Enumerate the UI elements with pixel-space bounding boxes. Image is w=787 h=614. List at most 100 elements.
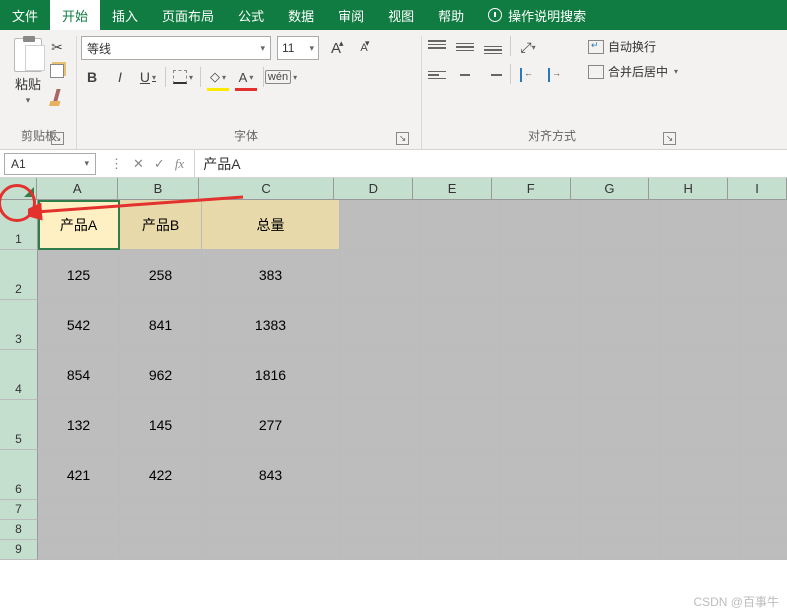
cell-D9[interactable] xyxy=(340,540,420,560)
cell-F3[interactable] xyxy=(500,300,580,350)
cell-H9[interactable] xyxy=(660,540,740,560)
font-size-select[interactable]: 11 ▾ xyxy=(277,36,319,60)
cell-B4[interactable]: 962 xyxy=(120,350,202,400)
cell-C1[interactable]: 总量 xyxy=(202,200,340,250)
formula-input[interactable]: 产品A xyxy=(194,150,787,177)
cell-E5[interactable] xyxy=(420,400,500,450)
tab-page-layout[interactable]: 页面布局 xyxy=(150,0,226,30)
cell-G6[interactable] xyxy=(580,450,660,500)
cell-G4[interactable] xyxy=(580,350,660,400)
tell-me-search[interactable]: 操作说明搜索 xyxy=(476,0,598,30)
macro-icon[interactable]: ⋮ xyxy=(110,156,123,172)
cell-B9[interactable] xyxy=(120,540,202,560)
cell-A1[interactable]: 产品A xyxy=(38,200,120,250)
dialog-launcher-icon[interactable]: ↘ xyxy=(51,132,64,145)
grow-font-button[interactable]: A▴ xyxy=(325,37,347,59)
tab-review[interactable]: 审阅 xyxy=(326,0,376,30)
cell-F5[interactable] xyxy=(500,400,580,450)
phonetic-button[interactable]: wén▾ xyxy=(270,66,292,88)
cell-E6[interactable] xyxy=(420,450,500,500)
cell-C3[interactable]: 1383 xyxy=(202,300,340,350)
column-header-F[interactable]: F xyxy=(492,178,571,199)
align-bottom-button[interactable] xyxy=(482,36,504,58)
bold-button[interactable]: B xyxy=(81,66,103,88)
format-painter-button[interactable] xyxy=(48,86,66,104)
cell-A6[interactable]: 421 xyxy=(38,450,120,500)
cell-E9[interactable] xyxy=(420,540,500,560)
font-name-select[interactable]: 等线 ▾ xyxy=(81,36,271,60)
cell-F7[interactable] xyxy=(500,500,580,520)
cell-F4[interactable] xyxy=(500,350,580,400)
cell-E3[interactable] xyxy=(420,300,500,350)
cell-C5[interactable]: 277 xyxy=(202,400,340,450)
cell-C6[interactable]: 843 xyxy=(202,450,340,500)
cell-B1[interactable]: 产品B xyxy=(120,200,202,250)
cancel-icon[interactable]: ✕ xyxy=(133,156,144,172)
cell-E4[interactable] xyxy=(420,350,500,400)
column-header-B[interactable]: B xyxy=(118,178,199,199)
select-all-corner[interactable] xyxy=(0,178,37,199)
dialog-launcher-icon[interactable]: ↘ xyxy=(396,132,409,145)
enter-icon[interactable]: ✓ xyxy=(154,156,165,172)
cell-B2[interactable]: 258 xyxy=(120,250,202,300)
cell-H7[interactable] xyxy=(660,500,740,520)
cell-A9[interactable] xyxy=(38,540,120,560)
cell-B6[interactable]: 422 xyxy=(120,450,202,500)
cell-D4[interactable] xyxy=(340,350,420,400)
cell-D6[interactable] xyxy=(340,450,420,500)
cell-H5[interactable] xyxy=(660,400,740,450)
wrap-text-button[interactable]: 自动换行 xyxy=(588,38,678,55)
cell-D8[interactable] xyxy=(340,520,420,540)
cell-E1[interactable] xyxy=(420,200,500,250)
merge-center-button[interactable]: 合并后居中 ▾ xyxy=(588,63,678,80)
fill-color-button[interactable]: ◇▾ xyxy=(207,66,229,88)
column-header-I[interactable]: I xyxy=(728,178,787,199)
cell-H8[interactable] xyxy=(660,520,740,540)
cut-button[interactable]: ✂ xyxy=(48,38,66,56)
shrink-font-button[interactable]: A▾ xyxy=(353,37,375,59)
cell-H2[interactable] xyxy=(660,250,740,300)
row-header-2[interactable]: 2 xyxy=(0,250,38,300)
italic-button[interactable]: I xyxy=(109,66,131,88)
align-center-button[interactable] xyxy=(454,64,476,86)
font-color-button[interactable]: A▾ xyxy=(235,66,257,88)
cell-B3[interactable]: 841 xyxy=(120,300,202,350)
tab-data[interactable]: 数据 xyxy=(276,0,326,30)
cell-G9[interactable] xyxy=(580,540,660,560)
cell-B5[interactable]: 145 xyxy=(120,400,202,450)
cell-I8[interactable] xyxy=(740,520,787,540)
underline-button[interactable]: U▾ xyxy=(137,66,159,88)
cell-A4[interactable]: 854 xyxy=(38,350,120,400)
cell-I6[interactable] xyxy=(740,450,787,500)
cell-G1[interactable] xyxy=(580,200,660,250)
cell-F9[interactable] xyxy=(500,540,580,560)
column-header-C[interactable]: C xyxy=(199,178,335,199)
cell-I5[interactable] xyxy=(740,400,787,450)
decrease-indent-button[interactable] xyxy=(517,64,539,86)
cell-F8[interactable] xyxy=(500,520,580,540)
cell-C2[interactable]: 383 xyxy=(202,250,340,300)
cell-I3[interactable] xyxy=(740,300,787,350)
dialog-launcher-icon[interactable]: ↘ xyxy=(663,132,676,145)
cell-B8[interactable] xyxy=(120,520,202,540)
column-header-D[interactable]: D xyxy=(334,178,413,199)
column-header-H[interactable]: H xyxy=(649,178,728,199)
cell-G7[interactable] xyxy=(580,500,660,520)
cell-E8[interactable] xyxy=(420,520,500,540)
cell-C4[interactable]: 1816 xyxy=(202,350,340,400)
tab-home[interactable]: 开始 xyxy=(50,0,100,30)
cell-D7[interactable] xyxy=(340,500,420,520)
cell-D2[interactable] xyxy=(340,250,420,300)
cell-I4[interactable] xyxy=(740,350,787,400)
cell-F1[interactable] xyxy=(500,200,580,250)
cell-D1[interactable] xyxy=(340,200,420,250)
align-top-button[interactable] xyxy=(426,36,448,58)
cell-H6[interactable] xyxy=(660,450,740,500)
row-header-1[interactable]: 1 xyxy=(0,200,38,250)
row-header-6[interactable]: 6 xyxy=(0,450,38,500)
copy-button[interactable] xyxy=(48,62,66,80)
cell-A5[interactable]: 132 xyxy=(38,400,120,450)
cell-E7[interactable] xyxy=(420,500,500,520)
tab-file[interactable]: 文件 xyxy=(0,0,50,30)
column-header-E[interactable]: E xyxy=(413,178,492,199)
